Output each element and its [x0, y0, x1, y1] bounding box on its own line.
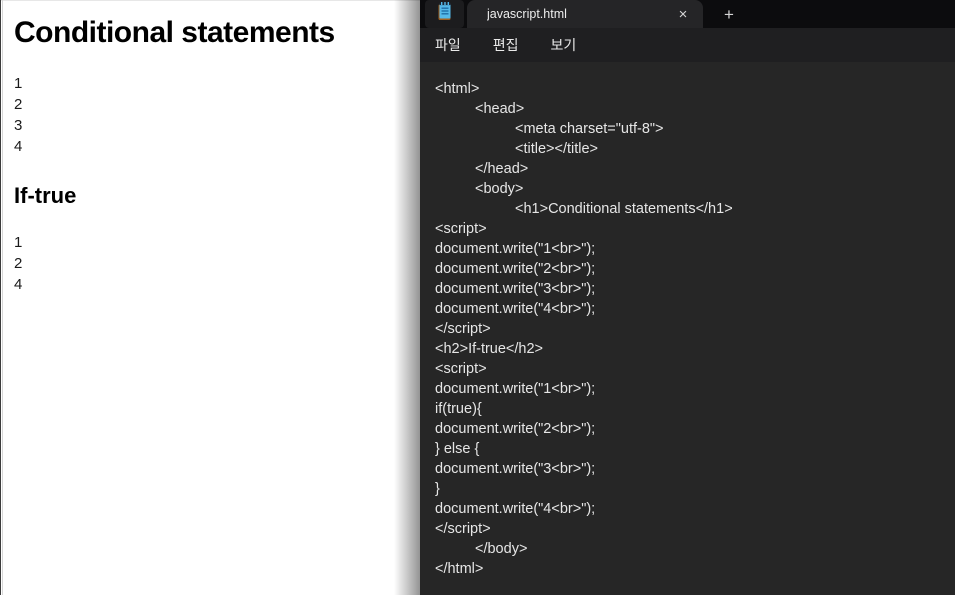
menu-edit[interactable]: 편집: [481, 31, 531, 59]
code-line: </head>: [435, 161, 529, 177]
code-line: document.write("1<br>");: [435, 381, 596, 397]
menu-file[interactable]: 파일: [423, 31, 473, 59]
menu-view[interactable]: 보기: [539, 31, 589, 59]
menubar: 파일 편집 보기: [420, 28, 955, 62]
code-line: } else {: [435, 441, 480, 457]
tab-close-icon[interactable]: ×: [673, 4, 693, 24]
page-left-edge: [0, 0, 1, 595]
output-line: 1: [14, 75, 23, 92]
tab-javascript-html[interactable]: javascript.html ×: [467, 0, 703, 28]
code-line: document.write("4<br>");: [435, 501, 596, 517]
window-drop-shadow: [394, 0, 420, 595]
screen: Conditional statements 1 2 3 4 If-true 1…: [0, 0, 955, 595]
code-line: <html>: [435, 81, 480, 97]
code-line: <meta charset="utf-8">: [435, 121, 664, 137]
code-line: }: [435, 481, 440, 497]
browser-page: Conditional statements 1 2 3 4 If-true 1…: [0, 0, 420, 595]
code-line: <h1>Conditional statements</h1>: [435, 201, 733, 217]
tab-title: javascript.html: [487, 7, 567, 21]
code-line: <head>: [435, 101, 525, 117]
page-left-edge-highlight: [2, 0, 3, 595]
code-line: <script>: [435, 221, 487, 237]
output-line: 1: [14, 234, 23, 251]
output-line: 4: [14, 138, 23, 155]
editor-text-area[interactable]: <html> <head> <meta charset="utf-8"> <ti…: [420, 62, 955, 595]
new-tab-button[interactable]: +: [716, 1, 742, 27]
code-line: if(true){: [435, 401, 482, 417]
code-line: document.write("4<br>");: [435, 301, 596, 317]
output-block-2: 1 2 4: [14, 232, 390, 295]
code-line: document.write("1<br>");: [435, 241, 596, 257]
code-line: <body>: [435, 181, 524, 197]
output-line: 2: [14, 255, 23, 272]
notepad-icon: [437, 2, 453, 26]
code-line: <h2>If-true</h2>: [435, 341, 544, 357]
code-line: </script>: [435, 521, 491, 537]
page-content: Conditional statements 1 2 3 4 If-true 1…: [14, 0, 390, 295]
code-line: </html>: [435, 561, 484, 577]
output-line: 2: [14, 96, 23, 113]
notepad-window: javascript.html × + 파일 편집 보기 <html> <hea…: [420, 0, 955, 595]
output-line: 4: [14, 276, 23, 293]
page-title-h1: Conditional statements: [14, 16, 335, 49]
notepad-app-icon-button: [425, 0, 464, 28]
plus-icon: +: [724, 4, 734, 24]
output-block-1: 1 2 3 4: [14, 73, 390, 157]
code-line: </script>: [435, 321, 491, 337]
output-line: 3: [14, 117, 23, 134]
code-line: document.write("2<br>");: [435, 421, 596, 437]
page-subtitle-h2: If-true: [14, 183, 77, 208]
code-line: document.write("3<br>");: [435, 461, 596, 477]
code-line: </body>: [435, 541, 528, 557]
code-line: <title></title>: [435, 141, 599, 157]
code-line: document.write("2<br>");: [435, 261, 596, 277]
code-line: <script>: [435, 361, 487, 377]
titlebar: javascript.html × +: [420, 0, 955, 28]
code-line: document.write("3<br>");: [435, 281, 596, 297]
